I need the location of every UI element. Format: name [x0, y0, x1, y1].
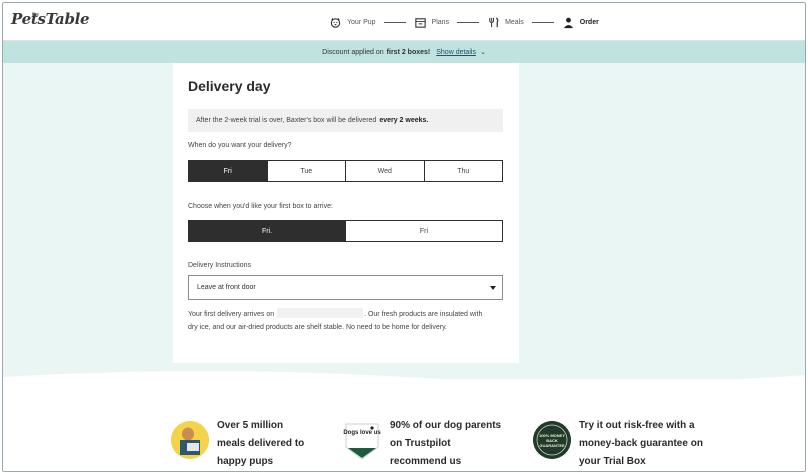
delivery-date-placeholder	[277, 308, 364, 318]
dog-photo-badge	[171, 421, 209, 459]
feature-line: your Trial Box	[579, 456, 646, 467]
banner-text: Discount applied on	[322, 48, 384, 56]
delivery-instructions-label: Delivery Instructions	[188, 262, 252, 269]
delivery-day-selector: Fri Tue Wed Thu	[188, 160, 503, 182]
day-option-tue[interactable]: Tue	[267, 161, 346, 181]
chevron-down-icon[interactable]: ⌄	[480, 48, 486, 56]
caret-down-icon	[490, 286, 496, 290]
notice-text: After the 2-week trial is over, Baxter's…	[196, 117, 377, 124]
page-title: Delivery day	[188, 78, 271, 94]
step-label: Plans	[431, 18, 450, 26]
step-meals[interactable]: Meals	[487, 16, 524, 29]
delivery-card: Delivery day After the 2-week trial is o…	[173, 63, 519, 363]
day-option-wed[interactable]: Wed	[346, 161, 425, 181]
banner-highlight: first 2 boxes!	[386, 48, 431, 56]
feature-line: Over 5 million	[217, 420, 284, 431]
step-connector	[531, 21, 554, 23]
first-box-selector: Fri. Fri	[188, 220, 503, 242]
paw-shield-icon	[345, 423, 379, 460]
feature-line: on Trustpilot	[390, 438, 451, 449]
feature-line: happy pups	[217, 456, 274, 467]
badge-label: 100% MONEY BACK GUARANTEE	[538, 433, 565, 448]
feature-meals-delivered: Over 5 million meals delivered to happy …	[171, 420, 304, 471]
step-order[interactable]: Order	[562, 16, 599, 29]
feature-trustpilot: Dogs love us 90% of our dog parents on T…	[342, 420, 501, 471]
step-label: Order	[579, 18, 599, 26]
step-plans[interactable]: Plans	[414, 16, 450, 29]
feature-line: recommend us	[390, 456, 462, 467]
trial-notice: After the 2-week trial is over, Baxter's…	[188, 109, 503, 132]
app-window: the PetsTable Your Pup Plans Meals Order…	[2, 2, 806, 472]
delivery-day-label: When do you want your delivery?	[188, 142, 292, 149]
dog-face-icon	[330, 17, 341, 28]
first-box-option-2[interactable]: Fri	[346, 221, 502, 241]
feature-line: 90% of our dog parents	[390, 420, 502, 431]
delivery-instructions-select[interactable]: Leave at front door	[188, 275, 503, 300]
dogs-love-us-badge: Dogs love us	[342, 421, 382, 461]
feature-line: meals delivered to	[217, 438, 305, 449]
feature-text: 90% of our dog parents on Trustpilot rec…	[390, 417, 501, 471]
badge-label: Dogs love us	[343, 430, 381, 436]
feature-line: money-back guarantee on	[579, 438, 703, 449]
checkout-steps: Your Pup Plans Meals Order	[329, 14, 599, 30]
feature-money-back: 100% MONEY BACK GUARANTEE Try it out ris…	[533, 420, 703, 471]
first-box-option-1[interactable]: Fri.	[189, 221, 346, 241]
fork-knife-icon	[489, 16, 499, 27]
logo-text: PetsTable	[11, 10, 90, 28]
discount-banner: Discount applied on first 2 boxes! Show …	[3, 41, 805, 63]
step-connector	[457, 21, 480, 23]
dog-with-box-icon	[171, 421, 209, 459]
first-box-label: Choose when you'd like your first box to…	[188, 203, 333, 210]
logo-prefix: the	[32, 12, 39, 18]
delivery-info-text: Your first delivery arrives on . Our fre…	[188, 308, 488, 334]
select-value: Leave at front door	[197, 284, 256, 291]
feature-text: Try it out risk-free with a money-back g…	[579, 417, 703, 471]
info-text-start: Your first delivery arrives on	[188, 311, 275, 318]
step-label: Meals	[505, 18, 524, 26]
feature-line: Try it out risk-free with a	[579, 420, 695, 431]
show-details-link[interactable]: Show details	[436, 49, 476, 56]
day-option-fri[interactable]: Fri	[189, 161, 268, 181]
money-back-badge: 100% MONEY BACK GUARANTEE	[533, 421, 571, 459]
brand-logo[interactable]: the PetsTable	[11, 10, 90, 28]
step-label: Your Pup	[347, 18, 376, 26]
calendar-icon	[414, 17, 426, 28]
feature-text: Over 5 million meals delivered to happy …	[217, 417, 304, 471]
top-navigation: the PetsTable Your Pup Plans Meals Order	[3, 3, 805, 41]
step-your-pup[interactable]: Your Pup	[329, 16, 376, 29]
notice-frequency: every 2 weeks.	[379, 117, 429, 124]
step-connector	[383, 21, 406, 23]
user-icon	[563, 17, 573, 28]
day-option-thu[interactable]: Thu	[424, 161, 502, 181]
